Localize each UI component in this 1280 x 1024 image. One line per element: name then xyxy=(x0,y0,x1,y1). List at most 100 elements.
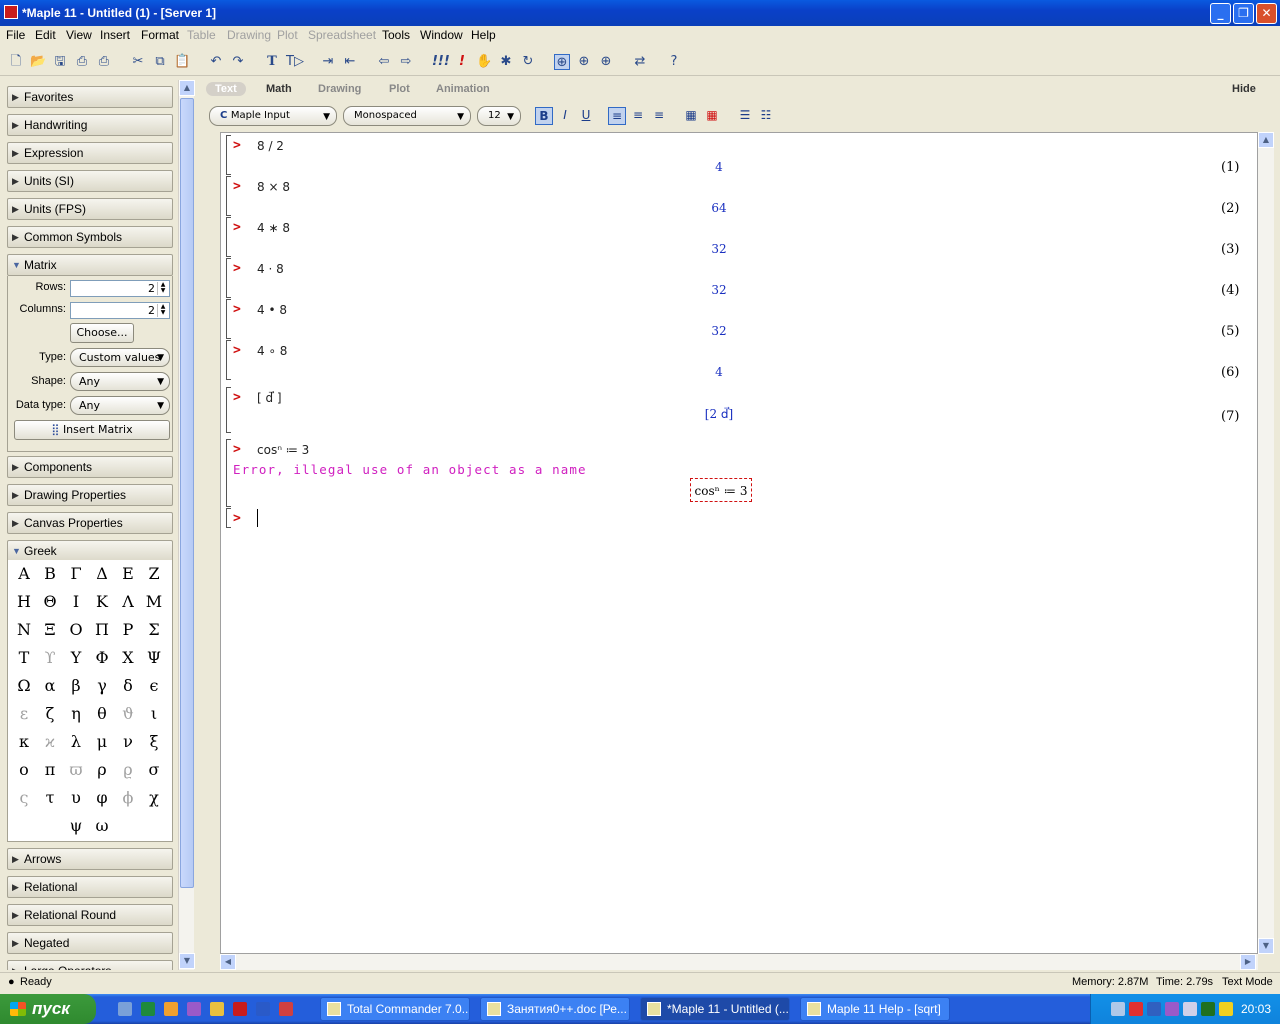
greek-symbol[interactable]: δ xyxy=(116,674,140,698)
outdent-icon[interactable]: ⇤ xyxy=(342,54,358,70)
greek-symbol[interactable]: μ xyxy=(90,730,114,754)
execute-all-icon[interactable]: !!! xyxy=(432,54,450,70)
tray-icon[interactable] xyxy=(1165,1002,1179,1016)
palette-header-drawing-properties[interactable]: ▶ Drawing Properties xyxy=(7,484,173,506)
maple-app-icon[interactable] xyxy=(4,5,18,19)
worksheet-horizontal-scrollbar[interactable]: ◀ ▶ xyxy=(220,954,1258,970)
zoom-200-icon[interactable]: ⊕ xyxy=(598,54,614,70)
menu-table[interactable]: Table xyxy=(187,28,216,42)
greek-symbol[interactable]: Β xyxy=(38,562,62,586)
taskbar-task[interactable]: Maple 11 Help - [sqrt] xyxy=(800,997,950,1021)
greek-symbol[interactable]: θ xyxy=(90,702,114,726)
execution-group-bracket[interactable] xyxy=(226,387,231,433)
insert-matrix-button[interactable]: ⣿ Insert Matrix xyxy=(14,420,170,440)
greek-symbol[interactable]: Ψ xyxy=(142,646,166,670)
save-icon[interactable]: 🖫 xyxy=(52,54,68,70)
numbered-list-icon[interactable]: ☷ xyxy=(757,107,775,125)
palette-header-units-si-[interactable]: ▶ Units (SI) xyxy=(7,170,173,192)
datatype-select[interactable]: Any ▼ xyxy=(70,396,170,415)
greek-symbol[interactable]: Χ xyxy=(116,646,140,670)
greek-symbol[interactable]: ρ xyxy=(90,758,114,782)
greek-symbol[interactable]: ζ xyxy=(38,702,62,726)
taskbar-task[interactable]: Занятия0++.doc [Ре... xyxy=(480,997,630,1021)
bold-button[interactable]: B xyxy=(535,107,553,125)
menu-file[interactable]: File xyxy=(6,28,25,42)
print-preview-icon[interactable]: ⎙ xyxy=(96,54,112,70)
palette-header-large-operators[interactable]: ▶ Large Operators xyxy=(7,960,173,970)
greek-symbol[interactable]: Ω xyxy=(12,674,36,698)
greek-symbol[interactable]: Ε xyxy=(116,562,140,586)
palette-greek-header[interactable]: ▼ Greek xyxy=(7,540,173,562)
tab-math[interactable]: Math xyxy=(266,83,292,95)
math-input[interactable]: 4 ∘ 8 xyxy=(257,344,287,358)
text-color-icon[interactable]: ▦ xyxy=(682,107,700,125)
greek-symbol[interactable]: ξ xyxy=(142,730,166,754)
excel-icon[interactable] xyxy=(141,1002,155,1016)
scroll-left-icon[interactable]: ◀ xyxy=(220,954,236,970)
greek-symbol[interactable]: ϵ xyxy=(142,674,166,698)
greek-symbol[interactable]: ϖ xyxy=(64,758,88,782)
greek-symbol[interactable]: χ xyxy=(142,786,166,810)
greek-symbol[interactable]: ω xyxy=(90,814,114,838)
tab-animation[interactable]: Animation xyxy=(436,83,490,95)
execute-icon[interactable]: ! xyxy=(454,54,470,70)
highlight-color-icon[interactable]: ▦ xyxy=(703,107,721,125)
choose-button[interactable]: Choose... xyxy=(70,323,134,343)
execution-group-bracket[interactable] xyxy=(226,258,231,298)
math-input[interactable]: 4 • 8 xyxy=(257,303,287,317)
greek-symbol[interactable]: Κ xyxy=(90,590,114,614)
greek-symbol[interactable]: Ο xyxy=(64,618,88,642)
scroll-up-icon[interactable]: ▲ xyxy=(1258,132,1274,148)
greek-symbol[interactable]: ϕ xyxy=(116,786,140,810)
align-left-icon[interactable]: ≡ xyxy=(608,107,626,125)
palette-scrollbar[interactable]: ▲ ▼ xyxy=(178,80,195,970)
menu-plot[interactable]: Plot xyxy=(277,28,298,42)
taskbar-task[interactable]: Total Commander 7.0... xyxy=(320,997,470,1021)
palette-header-expression[interactable]: ▶ Expression xyxy=(7,142,173,164)
zoom-100-icon[interactable]: ⊕ xyxy=(554,54,570,70)
app-icon[interactable] xyxy=(187,1002,201,1016)
tab-text[interactable]: Text xyxy=(206,82,246,96)
greek-symbol[interactable]: φ xyxy=(90,786,114,810)
menu-insert[interactable]: Insert xyxy=(100,28,130,42)
restart-icon[interactable]: ↻ xyxy=(520,54,536,70)
tray-icon[interactable] xyxy=(1201,1002,1215,1016)
cut-icon[interactable]: ✂ xyxy=(130,54,146,70)
type-select[interactable]: Custom values ▼ xyxy=(70,348,170,367)
open-icon[interactable]: 📂 xyxy=(30,54,46,70)
minimize-button[interactable]: _ xyxy=(1210,3,1231,24)
app-icon[interactable] xyxy=(279,1002,293,1016)
text-mode-icon[interactable]: T xyxy=(264,54,280,70)
start-button[interactable]: пуск xyxy=(0,994,96,1024)
greek-symbol[interactable]: ϰ xyxy=(38,730,62,754)
menu-view[interactable]: View xyxy=(66,28,92,42)
greek-symbol[interactable]: ϱ xyxy=(116,758,140,782)
rows-field[interactable]: 2 ▲ ▼ xyxy=(70,280,170,297)
greek-symbol[interactable]: ς xyxy=(12,786,36,810)
scroll-down-icon[interactable]: ▼ xyxy=(179,953,195,969)
greek-symbol[interactable]: Σ xyxy=(142,618,166,642)
hide-button[interactable]: Hide xyxy=(1232,83,1256,95)
align-right-icon[interactable]: ≡ xyxy=(650,107,668,125)
shape-select[interactable]: Any ▼ xyxy=(70,372,170,391)
greek-symbol[interactable]: Δ xyxy=(90,562,114,586)
greek-symbol[interactable]: Π xyxy=(90,618,114,642)
palette-header-canvas-properties[interactable]: ▶ Canvas Properties xyxy=(7,512,173,534)
math-input[interactable]: 4 ∗ 8 xyxy=(257,221,290,235)
indent-icon[interactable]: ⇥ xyxy=(320,54,336,70)
greek-symbol[interactable]: ψ xyxy=(64,814,88,838)
bullet-list-icon[interactable]: ☰ xyxy=(736,107,754,125)
greek-symbol[interactable]: Ξ xyxy=(38,618,62,642)
tray-icon[interactable] xyxy=(1129,1002,1143,1016)
back-icon[interactable]: ⇦ xyxy=(376,54,392,70)
greek-symbol[interactable]: Η xyxy=(12,590,36,614)
greek-symbol[interactable]: ϑ xyxy=(116,702,140,726)
greek-symbol[interactable]: η xyxy=(64,702,88,726)
greek-symbol[interactable]: γ xyxy=(90,674,114,698)
execution-group-bracket[interactable] xyxy=(226,217,231,257)
greek-symbol[interactable]: Τ xyxy=(12,646,36,670)
execution-group-bracket[interactable] xyxy=(226,135,231,175)
worksheet-vertical-scrollbar[interactable]: ▲ ▼ xyxy=(1258,132,1274,954)
debug-icon[interactable]: ✱ xyxy=(498,54,514,70)
font-size-select[interactable]: 12 ▼ xyxy=(477,106,521,126)
